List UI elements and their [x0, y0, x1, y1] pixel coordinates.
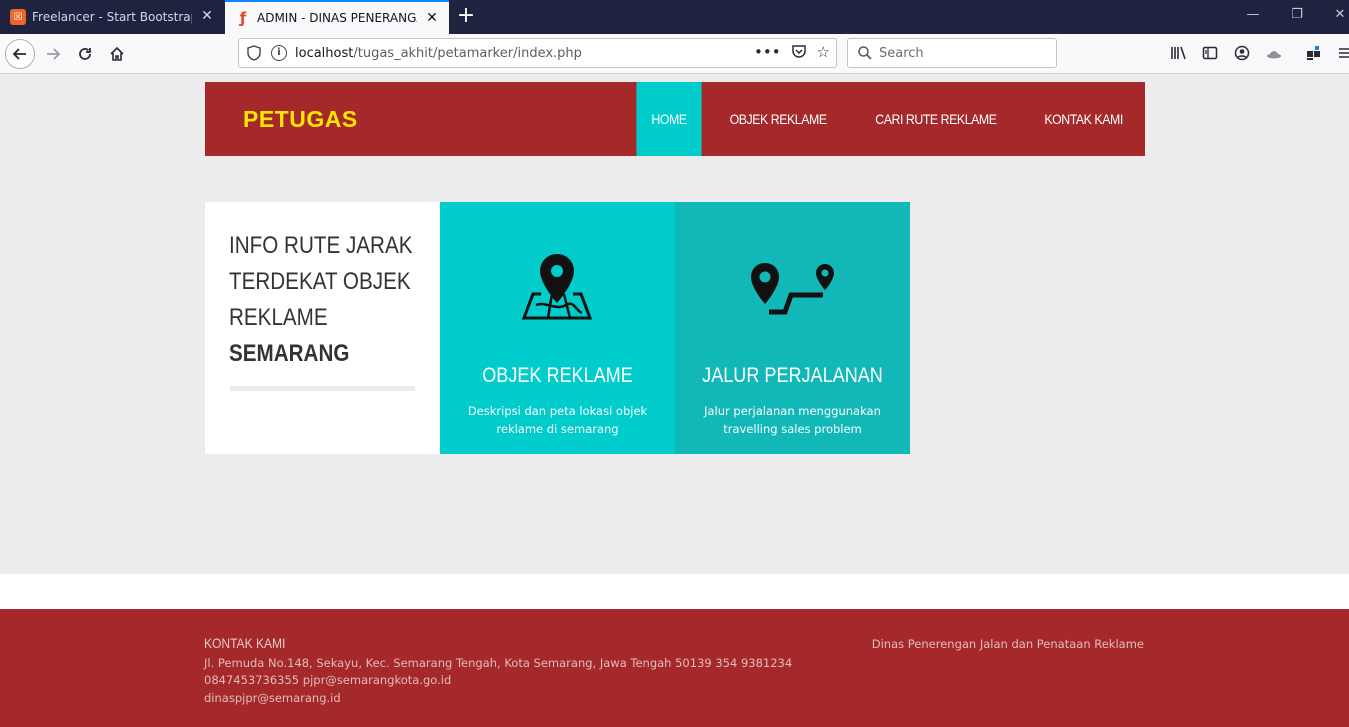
intro-line-bold: SEMARANG [229, 340, 350, 367]
card-objek-reklame[interactable]: OBJEK REKLAME Deskripsi dan peta lokasi … [440, 202, 675, 454]
intro-line: TERDEKAT OBJEK [229, 268, 411, 295]
new-tab-icon[interactable]: + [455, 5, 477, 27]
card-description: Deskripsi dan peta lokasi objek reklame … [467, 404, 648, 436]
back-icon[interactable] [5, 39, 35, 69]
intro-line: REKLAME [229, 304, 328, 331]
codeigniter-icon: ƒ [239, 9, 247, 27]
footer-title: KONTAK KAMI [204, 635, 286, 651]
browser-tab-bar: ☒ Freelancer - Start Bootstrap Theme ✕ ƒ… [0, 0, 1349, 34]
route-icon [751, 263, 834, 315]
menu-item-kontak-kami[interactable]: KONTAK KAMI [1029, 82, 1137, 156]
footer-agency-name: Dinas Penerengan Jalan dan Penataan Rekl… [871, 637, 1144, 651]
menu-item-objek-reklame[interactable]: OBJEK REKLAME [715, 82, 842, 156]
browser-toolbar: i localhost/tugas_akhit/petamarker/index… [0, 34, 1349, 74]
footer: KONTAK KAMI Jl. Pemuda No.148, Sekayu, K… [0, 609, 1349, 727]
footer-separator [0, 574, 1349, 609]
card-description: Jalur perjalanan menggunakan travelling … [704, 404, 881, 436]
menu-item-cari-rute-reklame[interactable]: CARI RUTE REKLAME [860, 82, 1011, 156]
browser-tab-admin[interactable]: ƒ ADMIN - DINAS PENERANGAN JALAN ✕ [225, 0, 449, 34]
library-icon[interactable] [1170, 45, 1188, 63]
extension-hat-icon[interactable] [1265, 45, 1283, 63]
info-icon[interactable]: i [271, 45, 287, 61]
restore-icon[interactable]: ❐ [1287, 7, 1307, 22]
tab-title: Freelancer - Start Bootstrap Theme [32, 10, 192, 24]
xampp-icon: ☒ [10, 9, 26, 25]
search-icon [858, 46, 872, 60]
sidebar-icon[interactable] [1201, 45, 1219, 63]
intro-box: INFO RUTE JARAK TERDEKAT OBJEK REKLAME S… [205, 202, 440, 454]
footer-email[interactable]: dinaspjpr@semarang.id [204, 691, 341, 705]
intro-line: INFO RUTE JARAK [229, 232, 413, 259]
site-header: PETUGAS HOME OBJEK REKLAME CARI RUTE REK… [205, 82, 1145, 156]
map-location-icon [521, 254, 593, 320]
card-jalur-perjalanan[interactable]: JALUR PERJALANAN Jalur perjalanan menggu… [675, 202, 910, 454]
close-icon[interactable]: ✕ [200, 9, 214, 23]
page-actions-icon[interactable]: ••• [754, 43, 781, 63]
extensions-icon[interactable] [1305, 45, 1323, 63]
minimize-icon[interactable]: — [1243, 7, 1263, 22]
tab-title: ADMIN - DINAS PENERANGAN JALAN [257, 11, 417, 25]
home-icon[interactable] [102, 39, 132, 69]
window-close-icon[interactable]: ✕ [1330, 7, 1349, 22]
url-host: localhost [295, 45, 354, 61]
close-icon[interactable]: ✕ [425, 11, 439, 25]
footer-phone-email: 0847453736355 pjpr@semarangkota.go.id [204, 673, 452, 687]
forward-icon[interactable] [38, 39, 68, 69]
intro-divider [230, 386, 415, 391]
url-bar[interactable]: i localhost/tugas_akhit/petamarker/index… [238, 38, 837, 68]
reload-icon[interactable] [70, 39, 100, 69]
bookmark-star-icon[interactable]: ☆ [817, 43, 830, 63]
search-placeholder: Search [879, 45, 924, 61]
menu-item-home[interactable]: HOME [636, 82, 702, 156]
main-menu: HOME OBJEK REKLAME CARI RUTE REKLAME KON… [632, 82, 1145, 156]
footer-address: Jl. Pemuda No.148, Sekayu, Kec. Semarang… [204, 656, 793, 670]
browser-tab-freelancer[interactable]: ☒ Freelancer - Start Bootstrap Theme ✕ [0, 0, 224, 34]
menu-icon[interactable] [1336, 45, 1349, 63]
shield-icon [247, 45, 261, 61]
intro-heading: INFO RUTE JARAK TERDEKAT OBJEK REKLAME S… [229, 228, 413, 372]
pocket-icon[interactable] [791, 43, 807, 63]
url-path: /tugas_akhit/petamarker/index.php [353, 45, 582, 61]
card-title: OBJEK REKLAME [482, 364, 633, 387]
brand-logo[interactable]: PETUGAS [243, 106, 358, 133]
search-bar[interactable]: Search [847, 38, 1057, 68]
account-icon[interactable] [1233, 45, 1251, 63]
card-title: JALUR PERJALANAN [702, 364, 883, 387]
